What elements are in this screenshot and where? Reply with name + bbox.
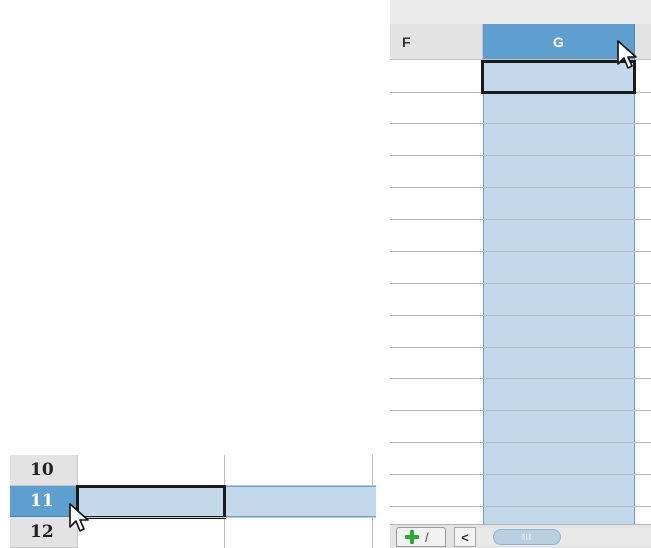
row-gridline <box>390 123 651 124</box>
column-selection-view: F G / < III <box>390 0 651 548</box>
row-gridline <box>390 155 651 156</box>
row-gridline <box>390 474 651 475</box>
scroll-left-button[interactable]: < <box>454 527 476 547</box>
row-gridline <box>390 506 651 507</box>
selected-column-g[interactable] <box>483 60 635 524</box>
row-gridline <box>390 347 651 348</box>
row-gridline <box>390 187 651 188</box>
active-cell-a11[interactable] <box>76 485 226 519</box>
horizontal-scroll-thumb[interactable]: III <box>493 529 561 545</box>
row-gridline <box>390 283 651 284</box>
column-header-f[interactable]: F <box>390 24 483 60</box>
column-header-g[interactable]: G <box>483 24 635 60</box>
row-gridline <box>390 410 651 411</box>
row-gridline <box>390 442 651 443</box>
mouse-pointer-icon <box>69 503 89 532</box>
row-selection-view: 10 11 12 <box>0 455 376 548</box>
row-gridline <box>390 315 651 316</box>
row-gridline <box>390 219 651 220</box>
add-sheet-label: / <box>425 530 429 545</box>
mouse-pointer-icon <box>617 40 637 69</box>
active-cell-g1[interactable] <box>481 60 636 94</box>
plus-icon <box>405 530 419 544</box>
add-sheet-tab[interactable]: / <box>396 527 446 547</box>
row-gridline <box>390 251 651 252</box>
toolbar-strip <box>390 0 651 24</box>
sheet-tab-bar: / < III <box>390 524 651 548</box>
row-gridline <box>390 378 651 379</box>
row-gridline <box>78 517 376 518</box>
row-header-10[interactable]: 10 <box>10 455 78 486</box>
